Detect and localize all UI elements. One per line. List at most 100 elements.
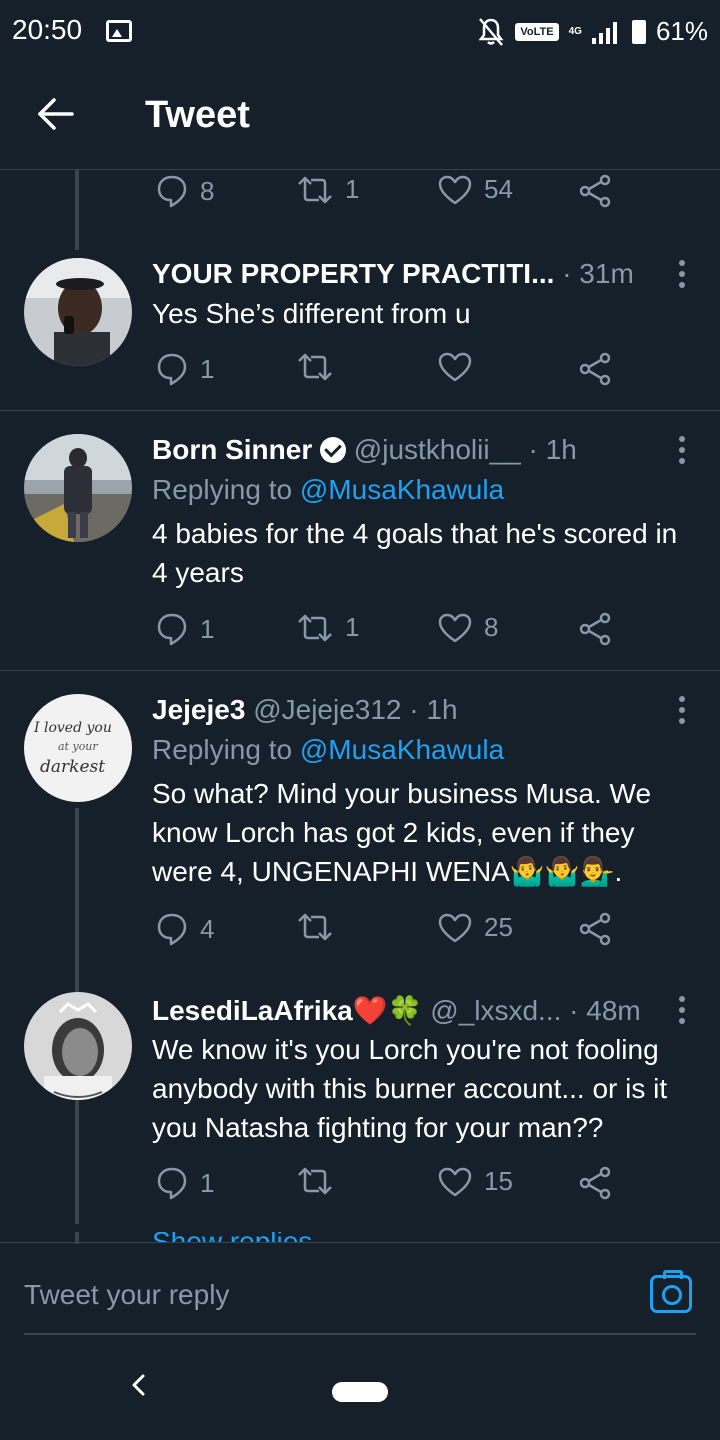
gallery-notification-icon xyxy=(106,20,132,42)
reply-count: 8 xyxy=(200,175,215,206)
replying-prefix: Replying to xyxy=(152,734,300,765)
share-button[interactable] xyxy=(579,174,611,208)
tweet[interactable]: LesediLaAfrika❤️🍀 @_lxsxd... · 48m We kn… xyxy=(0,990,720,1230)
like-button[interactable] xyxy=(438,352,484,382)
share-icon xyxy=(579,912,611,946)
replying-to: Replying to @MusaKhawula xyxy=(152,474,504,506)
author-name[interactable]: LesediLaAfrika❤️🍀 xyxy=(152,995,422,1026)
divider xyxy=(0,410,720,411)
status-time: 20:50 xyxy=(12,14,83,45)
reply-count: 1 xyxy=(200,353,215,384)
mention-link[interactable]: @MusaKhawula xyxy=(300,474,504,505)
author-meta: @_lxsxd... · 48m xyxy=(422,995,641,1026)
reply-composer: Tweet your reply xyxy=(0,1242,720,1335)
svg-text:darkest: darkest xyxy=(40,757,105,777)
heart-icon xyxy=(438,352,472,382)
show-replies-link[interactable]: Show replies xyxy=(152,1232,312,1242)
heart-icon xyxy=(438,613,472,642)
tweet-partial[interactable]: 8 1 54 xyxy=(0,170,720,240)
reply-underline xyxy=(24,1333,696,1335)
retweet-count: 1 xyxy=(345,174,360,204)
volte-badge: VoLTE xyxy=(515,22,559,41)
retweet-button[interactable]: 1 xyxy=(297,612,359,643)
reply-icon xyxy=(157,175,187,208)
status-indicators: VoLTE 4G 61% xyxy=(477,16,708,47)
tweet-header: Born Sinner @justkholii__ · 1h xyxy=(152,434,660,466)
nav-back-icon[interactable] xyxy=(128,1374,150,1396)
author-name[interactable]: Born Sinner xyxy=(152,434,312,465)
home-pill[interactable] xyxy=(332,1382,388,1402)
svg-text:I loved you: I loved you xyxy=(33,720,112,736)
share-icon xyxy=(579,174,611,208)
like-button[interactable]: 25 xyxy=(438,912,513,943)
verified-badge-icon xyxy=(320,437,347,463)
status-bar: 20:50 VoLTE 4G 61% xyxy=(0,0,720,64)
more-options-icon[interactable] xyxy=(678,696,686,729)
tweet[interactable]: I loved you at your darkest Jejeje3 @Jej… xyxy=(0,690,720,970)
retweet-button[interactable] xyxy=(297,1166,345,1196)
like-count: 15 xyxy=(484,1166,513,1196)
replying-to: Replying to @MusaKhawula xyxy=(152,734,504,766)
author-name[interactable]: YOUR PROPERTY PRACTITI... xyxy=(152,258,554,289)
retweet-button[interactable] xyxy=(297,912,345,942)
reply-button[interactable]: 1 xyxy=(156,612,214,646)
like-count: 8 xyxy=(484,612,499,642)
reply-icon xyxy=(157,613,187,646)
tweet-header: YOUR PROPERTY PRACTITI... · 31m xyxy=(152,258,660,290)
reply-button[interactable]: 1 xyxy=(156,1166,214,1200)
tweet-header: LesediLaAfrika❤️🍀 @_lxsxd... · 48m xyxy=(152,994,660,1027)
retweet-icon xyxy=(298,614,332,641)
tweet-text: Yes She’s different from u xyxy=(152,298,471,329)
app-header: Tweet xyxy=(0,64,720,170)
author-meta: @Jejeje312 · 1h xyxy=(245,694,458,725)
share-button[interactable] xyxy=(579,612,611,646)
retweet-button[interactable]: 1 xyxy=(297,174,359,205)
reply-count: 1 xyxy=(200,1167,215,1198)
mute-icon xyxy=(478,17,504,46)
share-button[interactable] xyxy=(579,912,611,946)
avatar[interactable]: I loved you at your darkest xyxy=(24,694,132,802)
share-button[interactable] xyxy=(579,1166,611,1200)
mention-link[interactable]: @MusaKhawula xyxy=(300,734,504,765)
share-button[interactable] xyxy=(579,352,611,386)
tweet-actions: 1 15 xyxy=(152,1166,622,1206)
like-count: 54 xyxy=(484,174,513,204)
heart-icon xyxy=(438,1167,472,1196)
avatar[interactable] xyxy=(24,434,132,542)
like-count: 25 xyxy=(484,912,513,942)
svg-text:at your: at your xyxy=(58,740,98,753)
tweet-actions: 1 xyxy=(152,352,622,392)
reply-button[interactable]: 4 xyxy=(156,912,214,946)
author-name[interactable]: Jejeje3 xyxy=(152,694,245,725)
tweet-actions: 8 1 54 xyxy=(152,174,622,214)
camera-icon[interactable] xyxy=(650,1270,692,1313)
like-button[interactable]: 54 xyxy=(438,174,513,205)
like-button[interactable]: 8 xyxy=(438,612,498,643)
retweet-icon xyxy=(298,353,332,381)
signal-icon xyxy=(591,21,617,44)
tweet-text: 4 babies for the 4 goals that he's score… xyxy=(152,518,678,588)
reply-count: 4 xyxy=(200,913,215,944)
reply-input[interactable]: Tweet your reply xyxy=(24,1279,229,1311)
avatar[interactable] xyxy=(24,258,132,366)
author-meta: @justkholii__ · 1h xyxy=(346,434,577,465)
avatar[interactable] xyxy=(24,992,132,1100)
divider xyxy=(0,670,720,671)
retweet-button[interactable] xyxy=(297,352,345,382)
reply-button[interactable]: 8 xyxy=(156,174,214,208)
retweet-count: 1 xyxy=(345,612,360,642)
network-type: 4G xyxy=(568,25,582,37)
tweet[interactable]: YOUR PROPERTY PRACTITI... · 31m Yes She’… xyxy=(0,250,720,410)
more-options-icon[interactable] xyxy=(678,436,686,469)
battery-icon xyxy=(631,19,646,44)
back-arrow-icon[interactable] xyxy=(36,94,76,134)
more-options-icon[interactable] xyxy=(678,996,686,1029)
tweet-header: Jejeje3 @Jejeje312 · 1h xyxy=(152,694,660,726)
tweet[interactable]: Born Sinner @justkholii__ · 1h Replying … xyxy=(0,430,720,670)
retweet-icon xyxy=(298,1167,332,1195)
reply-button[interactable]: 1 xyxy=(156,352,214,386)
battery-percent: 61% xyxy=(655,16,708,46)
more-options-icon[interactable] xyxy=(678,260,686,293)
like-button[interactable]: 15 xyxy=(438,1166,513,1197)
retweet-icon xyxy=(298,913,332,941)
